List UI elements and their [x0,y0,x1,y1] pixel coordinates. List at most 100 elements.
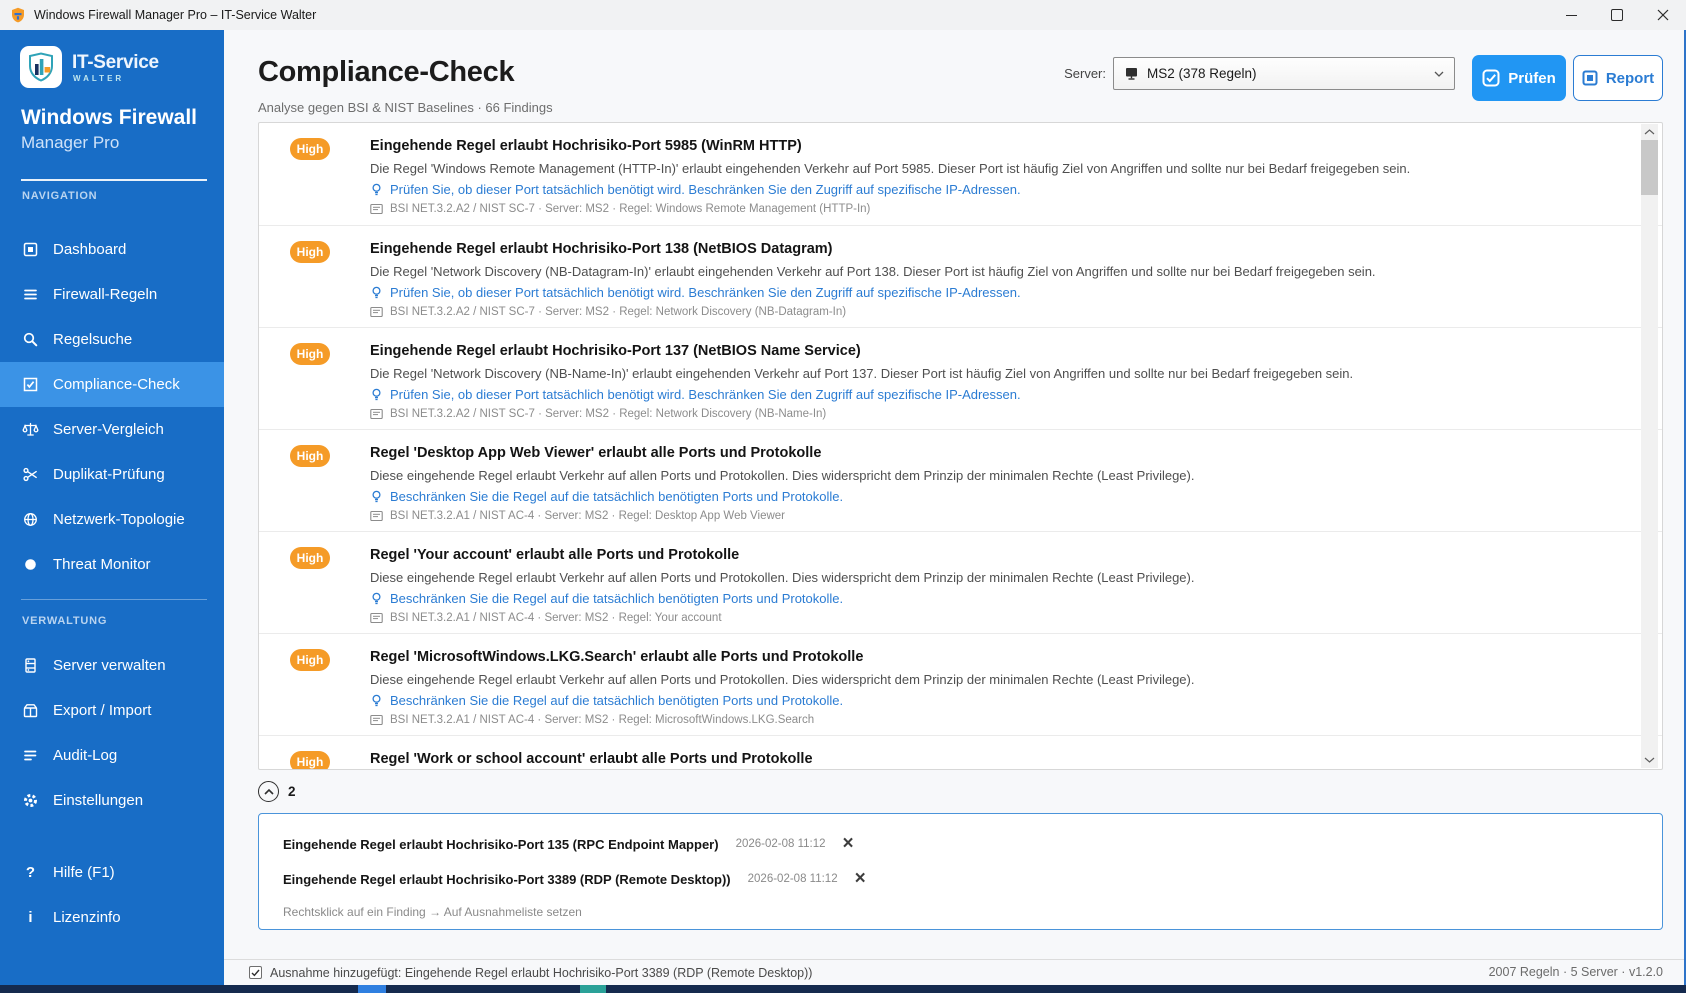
sidebar-item-netzwerk-topologie[interactable]: Netzwerk-Topologie [0,497,224,542]
window-title: Windows Firewall Manager Pro – IT-Servic… [34,0,316,30]
lightbulb-icon [370,183,383,196]
server-dropdown[interactable]: MS2 (378 Regeln) [1113,57,1455,90]
status-bar: Ausnahme hinzugefügt: Eingehende Regel e… [224,959,1686,985]
sidebar-item-lizenzinfo[interactable]: i Lizenzinfo [0,895,224,940]
pruefen-button[interactable]: Prüfen [1472,55,1566,101]
finding-description: Die Regel 'Network Discovery (NB-Datagra… [370,264,1376,279]
app-name-line2: Manager Pro [21,133,119,153]
exception-title: Eingehende Regel erlaubt Hochrisiko-Port… [283,872,731,887]
app-name-line1: Windows Firewall [21,106,197,130]
finding-description: Diese eingehende Regel erlaubt Verkehr a… [370,468,1194,483]
finding-title: Eingehende Regel erlaubt Hochrisiko-Port… [370,343,1353,359]
sidebar-item-audit-log[interactable]: Audit-Log [0,733,224,778]
sidebar-item-label: Audit-Log [53,747,117,764]
chevron-up-circle-icon [258,781,279,802]
finding-meta: BSI NET.3.2.A2 / NIST SC-7 · Server: MS2… [390,203,870,215]
sidebar-item-label: Dashboard [53,241,126,258]
minimize-icon [1566,15,1577,16]
lightbulb-icon [370,388,383,401]
exceptions-hint: Rechtsklick auf ein Finding → Auf Ausnah… [283,905,1638,919]
report-button-label: Report [1606,70,1654,87]
pruefen-button-label: Prüfen [1508,70,1556,87]
sidebar-item-dashboard[interactable]: Dashboard [0,227,224,272]
sidebar-item-server-vergleich[interactable]: Server-Vergleich [0,407,224,452]
exceptions-panel: Eingehende Regel erlaubt Hochrisiko-Port… [258,813,1663,930]
finding-description: Die Regel 'Network Discovery (NB-Name-In… [370,366,1353,381]
severity-badge: High [290,445,330,467]
sidebar-item-label: Firewall-Regeln [53,286,157,303]
sidebar-item-hilfe[interactable]: ? Hilfe (F1) [0,850,224,895]
brand-subname: WALTER [73,74,124,83]
search-icon [22,331,39,348]
exceptions-expander[interactable]: 2 [258,781,296,802]
main-content: Compliance-Check Analyse gegen BSI & NIS… [224,30,1686,985]
scrollbar-thumb[interactable] [1641,140,1658,195]
lightbulb-icon [370,490,383,503]
sidebar-item-compliance-check[interactable]: Compliance-Check [0,362,224,407]
gear-icon [22,792,39,809]
remove-exception-button[interactable]: × [855,871,866,887]
lightbulb-icon [370,286,383,299]
finding-title: Eingehende Regel erlaubt Hochrisiko-Port… [370,241,1376,257]
finding-description: Die Regel 'Windows Remote Management (HT… [370,161,1410,176]
finding-row[interactable]: High Regel 'Desktop App Web Viewer' erla… [259,429,1662,531]
finding-row[interactable]: High Regel 'MicrosoftWindows.LKG.Search'… [259,633,1662,735]
sidebar-item-label: Duplikat-Prüfung [53,466,165,483]
status-stats: 2007 Regeln · 5 Server · v1.2.0 [1489,960,1663,985]
finding-row[interactable]: High Regel 'Work or school account' erla… [259,735,1662,770]
threat-monitor-icon [22,556,39,573]
finding-meta: BSI NET.3.2.A2 / NIST SC-7 · Server: MS2… [390,408,826,420]
standard-ref-icon [370,714,383,726]
status-checkbox[interactable] [249,966,262,979]
maximize-button[interactable] [1594,0,1640,30]
exception-item[interactable]: Eingehende Regel erlaubt Hochrisiko-Port… [283,835,1638,853]
sidebar-item-label: Server verwalten [53,657,166,674]
report-button[interactable]: Report [1573,55,1663,101]
sidebar-item-server-verwalten[interactable]: Server verwalten [0,643,224,688]
sidebar-item-firewall-regeln[interactable]: Firewall-Regeln [0,272,224,317]
sidebar-item-einstellungen[interactable]: Einstellungen [0,778,224,823]
scales-icon [22,421,39,438]
server-label: Server: [1048,57,1106,90]
finding-recommendation: Prüfen Sie, ob dieser Port tatsächlich b… [390,182,1021,197]
scroll-up-icon[interactable] [1644,129,1655,135]
sidebar-item-threat-monitor[interactable]: Threat Monitor [0,542,224,587]
finding-row[interactable]: High Eingehende Regel erlaubt Hochrisiko… [259,327,1662,429]
exceptions-count: 2 [288,784,296,799]
exception-timestamp: 2026-02-08 11:12 [736,838,826,850]
scroll-down-icon[interactable] [1644,757,1655,763]
sidebar-item-label: Threat Monitor [53,556,151,573]
sidebar-divider [21,179,207,181]
minimize-button[interactable] [1548,0,1594,30]
sidebar-item-label: Lizenzinfo [53,909,121,926]
remove-exception-button[interactable]: × [843,836,854,852]
sidebar-item-label: Server-Vergleich [53,421,164,438]
standard-ref-icon [370,203,383,215]
question-icon: ? [22,864,39,881]
app-window: Windows Firewall Manager Pro – IT-Servic… [0,0,1686,993]
report-icon [1582,70,1598,86]
sidebar-item-label: Einstellungen [53,792,143,809]
sidebar-item-regelsuche[interactable]: Regelsuche [0,317,224,362]
nav-section-label: NAVIGATION [22,190,97,202]
sidebar-divider [21,599,207,600]
finding-recommendation: Beschränken Sie die Regel auf die tatsäc… [390,489,843,504]
finding-row[interactable]: High Eingehende Regel erlaubt Hochrisiko… [259,123,1662,225]
finding-row[interactable]: High Eingehende Regel erlaubt Hochrisiko… [259,225,1662,327]
close-button[interactable] [1640,0,1686,30]
sidebar-item-duplikat-pruefung[interactable]: Duplikat-Prüfung [0,452,224,497]
taskbar-accent [580,985,606,993]
vertical-scrollbar[interactable] [1641,124,1658,768]
sidebar-item-export-import[interactable]: Export / Import [0,688,224,733]
page-subtitle: Analyse gegen BSI & NIST Baselines · 66 … [258,100,553,115]
severity-badge: High [290,547,330,569]
finding-title: Eingehende Regel erlaubt Hochrisiko-Port… [370,138,1410,154]
brand-name: IT-Service [72,52,159,74]
finding-title: Regel 'MicrosoftWindows.LKG.Search' erla… [370,649,1194,665]
exception-timestamp: 2026-02-08 11:12 [748,873,838,885]
close-icon [1657,9,1669,21]
sidebar-item-label: Hilfe (F1) [53,864,115,881]
finding-title: Regel 'Your account' erlaubt alle Ports … [370,547,1194,563]
finding-row[interactable]: High Regel 'Your account' erlaubt alle P… [259,531,1662,633]
exception-item[interactable]: Eingehende Regel erlaubt Hochrisiko-Port… [283,870,1638,888]
